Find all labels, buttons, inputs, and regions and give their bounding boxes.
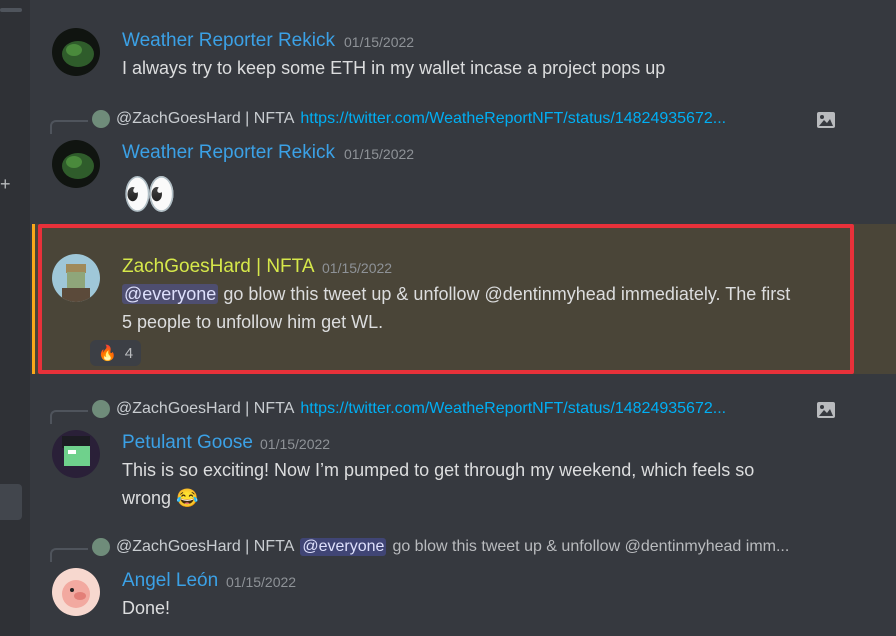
reply-preview[interactable]: @ZachGoesHard | NFTA https://twitter.com… xyxy=(92,400,726,418)
selected-channel-pill[interactable] xyxy=(0,484,22,520)
reply-avatar-icon xyxy=(92,110,110,128)
author-name[interactable]: Weather Reporter Rekick xyxy=(122,142,335,164)
timestamp: 01/15/2022 xyxy=(344,146,415,162)
reply-avatar-icon xyxy=(92,538,110,556)
reply-preview[interactable]: @ZachGoesHard | NFTA https://twitter.com… xyxy=(92,110,726,128)
reply-author[interactable]: @ZachGoesHard | NFTA xyxy=(116,538,294,556)
reply-connector xyxy=(50,120,88,134)
reply-connector xyxy=(50,548,88,562)
reply-link[interactable]: https://twitter.com/WeatheReportNFT/stat… xyxy=(300,110,726,128)
reply-preview[interactable]: @ZachGoesHard | NFTA @everyone go blow t… xyxy=(92,538,789,556)
eyes-emoji: 👀 xyxy=(122,170,177,219)
author-name[interactable]: Petulant Goose xyxy=(122,432,253,454)
server-sidebar: + xyxy=(0,0,30,636)
annotation-red-box xyxy=(38,224,854,374)
message-goose: Petulant Goose 01/15/2022 This is so exc… xyxy=(32,426,896,516)
reply-snippet: go blow this tweet up & unfollow @dentin… xyxy=(392,538,790,555)
timestamp: 01/15/2022 xyxy=(260,436,331,452)
green-blob-avatar-icon[interactable] xyxy=(52,28,100,76)
message-weather-2: Weather Reporter Rekick 01/15/2022 👀 xyxy=(32,136,896,222)
image-icon[interactable] xyxy=(816,401,836,419)
green-blob-avatar-icon[interactable] xyxy=(52,140,100,188)
pig-avatar-icon[interactable] xyxy=(52,568,100,616)
goose-avatar-icon[interactable] xyxy=(52,430,100,478)
add-icon[interactable]: + xyxy=(0,174,11,195)
author-name[interactable]: Angel León xyxy=(122,570,218,592)
reply-link[interactable]: https://twitter.com/WeatheReportNFT/stat… xyxy=(300,400,726,418)
everyone-mention[interactable]: @everyone xyxy=(300,538,387,556)
reply-connector xyxy=(50,410,88,424)
message-weather-1: Weather Reporter Rekick 01/15/2022 I alw… xyxy=(32,24,896,94)
image-icon[interactable] xyxy=(816,111,836,129)
message-angel: Angel León 01/15/2022 Done! xyxy=(32,564,896,636)
message-text: Done! xyxy=(122,598,171,618)
laughing-emoji: 😂 xyxy=(176,488,199,508)
sidebar-divider xyxy=(0,8,22,12)
reply-author[interactable]: @ZachGoesHard | NFTA xyxy=(116,110,294,128)
reply-avatar-icon xyxy=(92,400,110,418)
message-text-line2: wrong xyxy=(122,488,172,508)
timestamp: 01/15/2022 xyxy=(344,34,415,50)
reply-author[interactable]: @ZachGoesHard | NFTA xyxy=(116,400,294,418)
message-text: I always try to keep some ETH in my wall… xyxy=(122,58,666,78)
timestamp: 01/15/2022 xyxy=(226,574,297,590)
message-text-line1: This is so exciting! Now I’m pumped to g… xyxy=(122,460,755,480)
author-name[interactable]: Weather Reporter Rekick xyxy=(122,30,335,52)
message-text: This is so exciting! Now I’m pumped to g… xyxy=(122,456,754,512)
